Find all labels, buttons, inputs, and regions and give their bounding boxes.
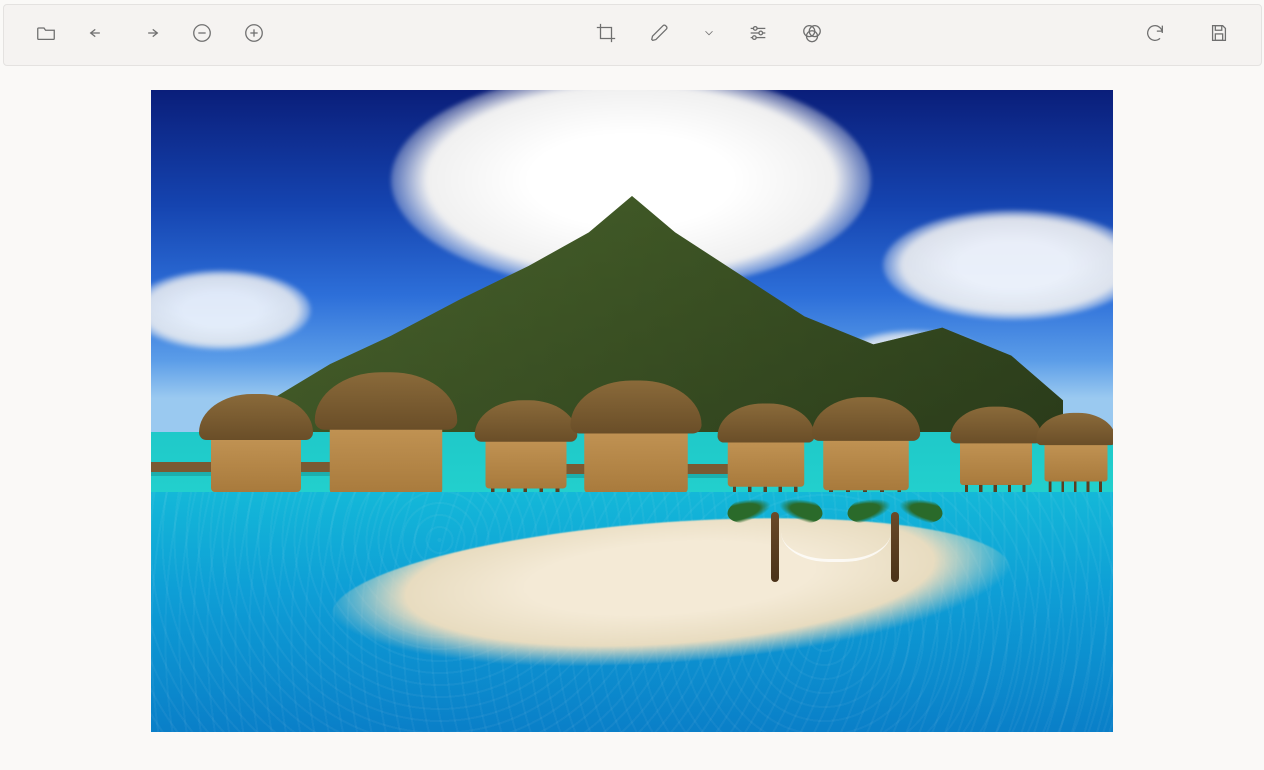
- zoom-in-icon: [243, 22, 265, 49]
- zoom-in-button[interactable]: [240, 21, 268, 49]
- crop-icon: [595, 22, 617, 49]
- refresh-icon: [1144, 22, 1166, 49]
- toolbar-group-right: [1141, 21, 1233, 49]
- filter-button[interactable]: [798, 21, 826, 49]
- draw-menu-button[interactable]: [700, 21, 718, 49]
- redo-icon: [139, 22, 161, 49]
- toolbar-group-left: [32, 21, 268, 49]
- filter-overlap-icon: [801, 22, 823, 49]
- image-viewport[interactable]: [151, 90, 1113, 732]
- save-button[interactable]: [1205, 21, 1233, 49]
- open-folder-icon: [35, 22, 57, 49]
- undo-icon: [87, 22, 109, 49]
- adjust-button[interactable]: [744, 21, 772, 49]
- chevron-down-icon: [702, 26, 716, 45]
- zoom-out-icon: [191, 22, 213, 49]
- toolbar-group-center: [592, 21, 826, 49]
- toolbar: [3, 4, 1262, 66]
- zoom-out-button[interactable]: [188, 21, 216, 49]
- image-content: [151, 90, 1113, 732]
- redo-button[interactable]: [136, 21, 164, 49]
- crop-button[interactable]: [592, 21, 620, 49]
- canvas-area: [0, 66, 1264, 732]
- open-button[interactable]: [32, 21, 60, 49]
- undo-button[interactable]: [84, 21, 112, 49]
- save-icon: [1208, 22, 1230, 49]
- reset-button[interactable]: [1141, 21, 1169, 49]
- pencil-icon: [649, 22, 671, 49]
- draw-button[interactable]: [646, 21, 674, 49]
- sliders-icon: [747, 22, 769, 49]
